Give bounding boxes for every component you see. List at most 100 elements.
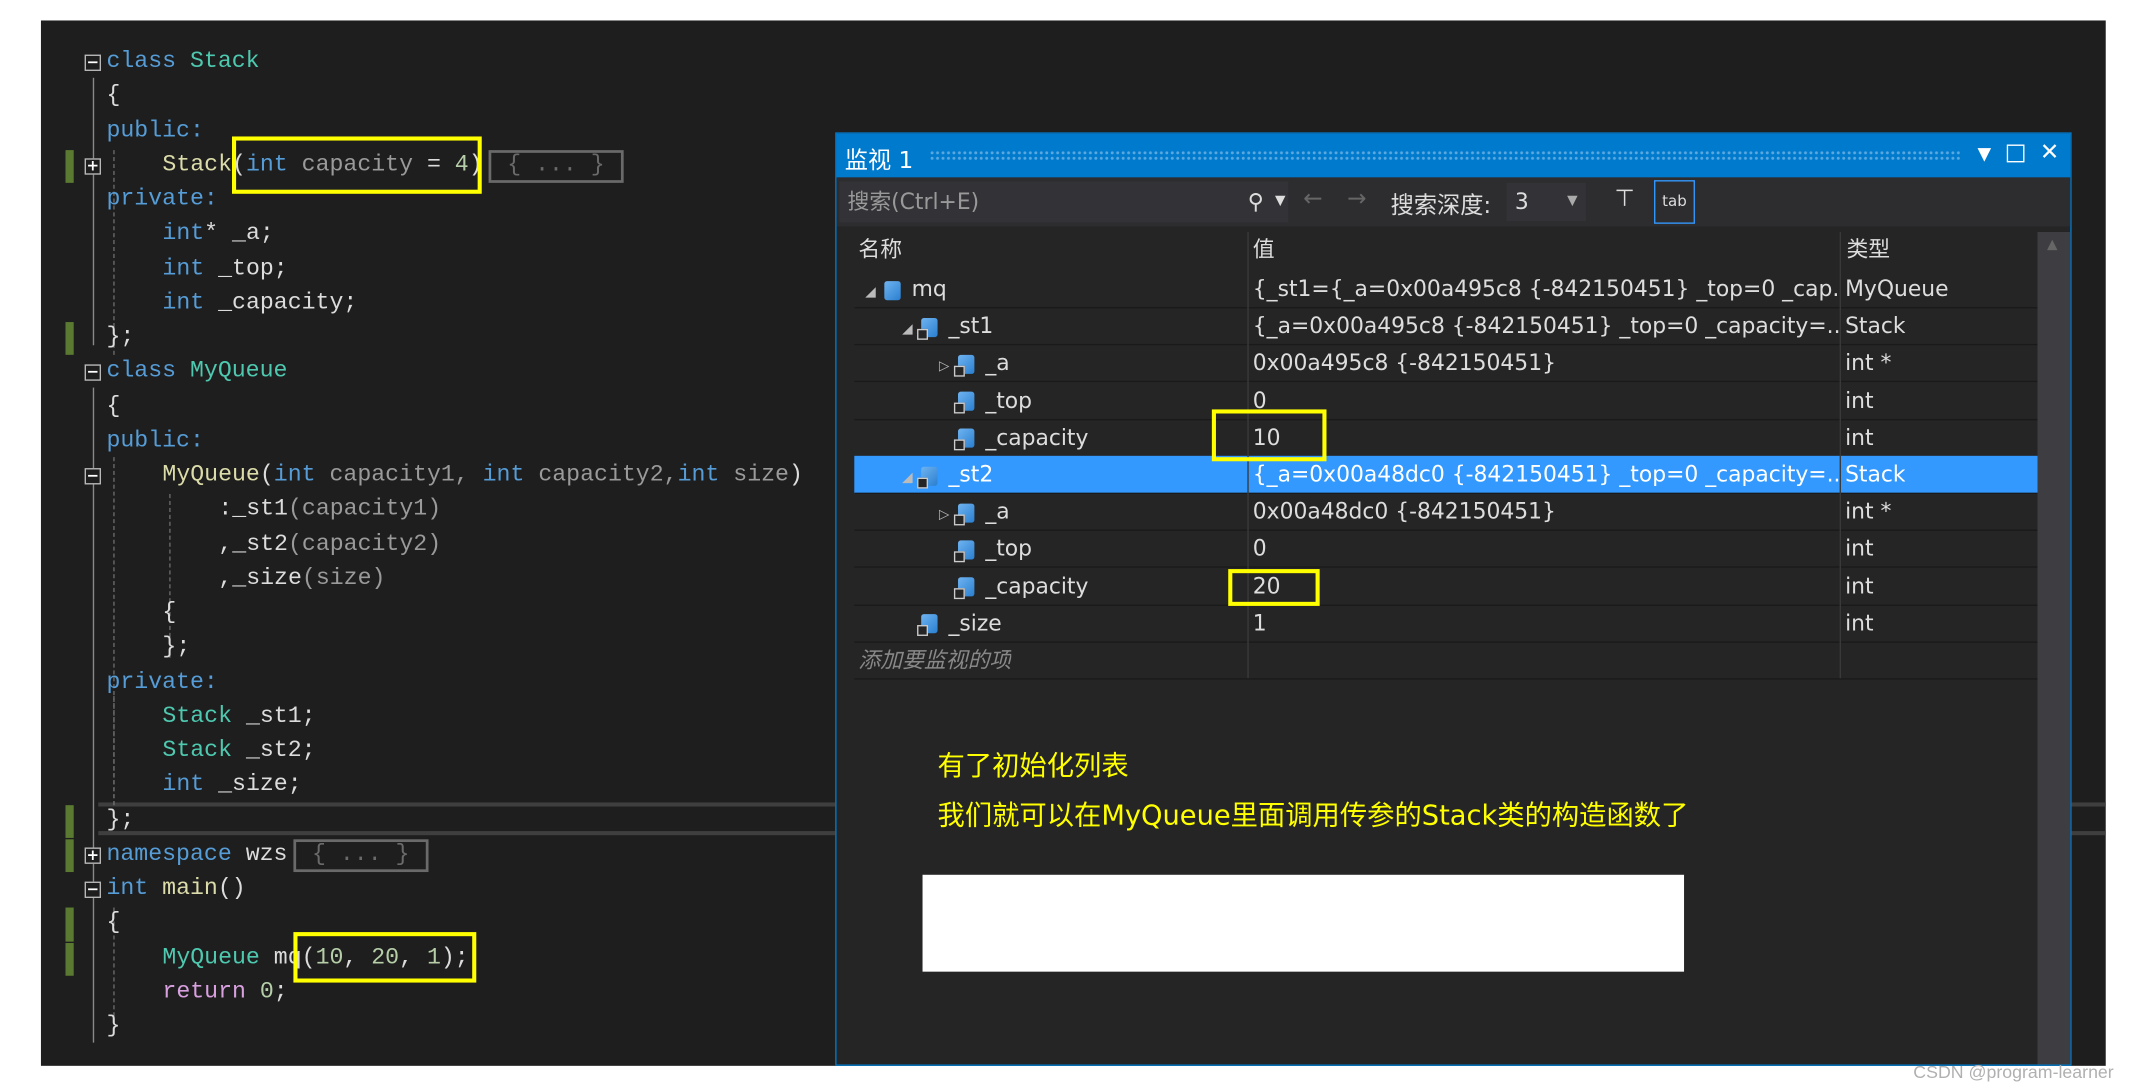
code-token: (size) xyxy=(301,566,386,592)
code-line[interactable]: { xyxy=(162,596,176,630)
change-marker xyxy=(65,907,74,941)
code-line[interactable]: { xyxy=(106,390,120,424)
watch-value[interactable]: 0 xyxy=(1253,382,1840,419)
code-line[interactable]: }; xyxy=(106,803,134,837)
collapsed-block[interactable]: { ... } xyxy=(488,149,624,183)
watch-name: _capacity xyxy=(939,419,1088,456)
search-options-icon[interactable]: ▼ xyxy=(1275,182,1286,223)
collapse-icon[interactable]: − xyxy=(84,882,101,898)
code-token: public: xyxy=(106,118,204,144)
watch-row[interactable]: ◢ mq {_st1={_a=0x00a495c8 {-842150451} _to… xyxy=(854,270,2039,311)
expanded-arrow-icon[interactable]: ◢ xyxy=(865,274,884,311)
code-line[interactable]: } xyxy=(106,1010,120,1044)
scroll-up-icon[interactable]: ▲ xyxy=(2047,237,2058,252)
code-line[interactable]: public: xyxy=(106,114,203,148)
code-line[interactable]: return 0; xyxy=(162,975,287,1009)
watch-row[interactable]: ▷ _a 0x00a48dc0 {-842150451} int * xyxy=(854,493,2039,532)
watch-title-bar[interactable]: 监视 1 ▼ □ ✕ xyxy=(836,133,2071,178)
column-header-type[interactable]: 类型 xyxy=(1846,232,1890,267)
watch-value[interactable]: 1 xyxy=(1253,604,1840,641)
code-token: { xyxy=(106,83,121,110)
column-header-name[interactable]: 名称 xyxy=(858,232,902,267)
watch-value[interactable]: 0 xyxy=(1253,530,1840,567)
watch-value[interactable]: 20 xyxy=(1253,567,1840,604)
column-divider[interactable] xyxy=(1839,231,1841,679)
drag-grip[interactable] xyxy=(929,150,1962,162)
code-line[interactable]: class MyQueue xyxy=(106,355,287,389)
code-line[interactable]: namespace wzs{ ... } xyxy=(106,838,429,872)
code-line[interactable]: { xyxy=(106,79,120,113)
tab-icon[interactable]: tab xyxy=(1654,180,1695,224)
watch-value[interactable]: 0x00a495c8 {-842150451} xyxy=(1253,344,1840,381)
code-token: int xyxy=(482,462,539,489)
code-line[interactable]: }; xyxy=(106,321,134,355)
code-token: 0 xyxy=(259,979,274,1006)
object-icon xyxy=(884,280,901,300)
change-marker xyxy=(65,838,74,873)
code-line[interactable]: class Stack xyxy=(106,45,259,79)
private-field-icon xyxy=(953,577,975,600)
highlight-box-capacity-20 xyxy=(1228,569,1320,606)
code-line[interactable]: private: xyxy=(106,665,217,699)
code-token: capacity2, xyxy=(538,462,678,489)
add-watch-placeholder[interactable]: 添加要监视的项 xyxy=(858,641,1011,678)
code-line[interactable]: { xyxy=(106,907,120,941)
search-depth-select[interactable]: 3 ▼ xyxy=(1506,182,1586,222)
watch-row[interactable]: _top 0 int xyxy=(854,530,2039,569)
watch-name: ▷ _a xyxy=(939,344,1010,385)
vertical-scrollbar[interactable]: ▲ xyxy=(2037,231,2071,1065)
search-input[interactable]: 搜索(Ctrl+E) ⚲ ▼ xyxy=(839,181,1289,223)
code-line[interactable]: int main() xyxy=(106,872,245,906)
watch-row[interactable]: ◢ _st1 {_a=0x00a495c8 {-842150451} _top=0 … xyxy=(854,307,2039,346)
code-token: main xyxy=(162,876,218,903)
code-line[interactable]: }; xyxy=(162,631,190,665)
collapse-icon[interactable]: − xyxy=(84,364,101,382)
pin-icon[interactable]: ⊤ xyxy=(1614,186,1634,213)
code-token: { xyxy=(106,393,121,420)
add-watch-row[interactable]: 添加要监视的项 xyxy=(854,641,2039,680)
watch-type: MyQueue xyxy=(1845,275,1949,302)
collapsed-block[interactable]: { ... } xyxy=(292,838,429,872)
code-line[interactable]: int _top; xyxy=(162,252,287,286)
search-icon[interactable]: ⚲ xyxy=(1248,182,1264,223)
dropdown-icon[interactable]: ▼ xyxy=(1977,145,1991,165)
code-line[interactable]: ,_size(size) xyxy=(218,562,385,596)
watch-row[interactable]: _capacity 10 int xyxy=(854,419,2039,457)
watch-row[interactable]: ▷ _a 0x00a495c8 {-842150451} int * xyxy=(854,344,2039,385)
code-line[interactable]: ,_st2(capacity2) xyxy=(218,527,441,561)
collapse-icon[interactable]: − xyxy=(84,468,101,485)
expand-icon[interactable]: + xyxy=(84,157,101,175)
code-line[interactable]: :_st1(capacity1) xyxy=(218,493,441,527)
code-line[interactable]: int* _a; xyxy=(162,217,273,251)
watch-row[interactable]: _top 0 int xyxy=(854,382,2039,420)
watch-value[interactable]: {_a=0x00a495c8 {-842150451} _top=0 _capa… xyxy=(1253,307,1840,344)
code-line[interactable]: int _size; xyxy=(162,769,301,803)
highlight-box-capacity-10 xyxy=(1211,409,1327,462)
code-token: MyQueue xyxy=(162,945,274,971)
code-line[interactable]: int _capacity; xyxy=(162,286,357,320)
watch-value[interactable]: 10 xyxy=(1253,419,1840,456)
forward-arrow-icon[interactable]: → xyxy=(1347,186,1366,213)
code-line[interactable]: public: xyxy=(106,424,203,458)
code-token: (capacity2) xyxy=(287,531,442,558)
close-icon[interactable]: ✕ xyxy=(2040,139,2059,166)
code-line[interactable]: MyQueue(int capacity1, int capacity2,int… xyxy=(162,459,802,493)
code-line[interactable]: Stack _st2; xyxy=(162,734,315,768)
column-header-value[interactable]: 值 xyxy=(1253,232,1275,267)
maximize-icon[interactable]: □ xyxy=(2005,139,2027,166)
code-token: * _a; xyxy=(204,221,274,248)
watch-row[interactable]: ◢ _st2 {_a=0x00a48dc0 {-842150451} _top=0 … xyxy=(854,455,2039,495)
code-line[interactable]: private: xyxy=(106,183,217,217)
code-line[interactable]: Stack _st1; xyxy=(162,700,315,734)
code-token: return xyxy=(162,979,260,1006)
code-token: ; xyxy=(273,979,288,1006)
watch-value[interactable]: {_st1={_a=0x00a495c8 {-842150451} _top=0… xyxy=(1253,270,1840,307)
back-arrow-icon[interactable]: ← xyxy=(1303,186,1322,213)
watch-name-text: mq xyxy=(911,275,947,302)
watch-value[interactable]: {_a=0x00a48dc0 {-842150451} _top=0 _capa… xyxy=(1253,456,1840,493)
watch-row[interactable]: _capacity 20 int xyxy=(854,567,2039,606)
collapse-icon[interactable]: − xyxy=(84,54,101,71)
watch-value[interactable]: 0x00a48dc0 {-842150451} xyxy=(1253,493,1840,530)
expand-icon[interactable]: + xyxy=(84,847,101,864)
watch-row[interactable]: _size 1 int xyxy=(854,604,2039,643)
